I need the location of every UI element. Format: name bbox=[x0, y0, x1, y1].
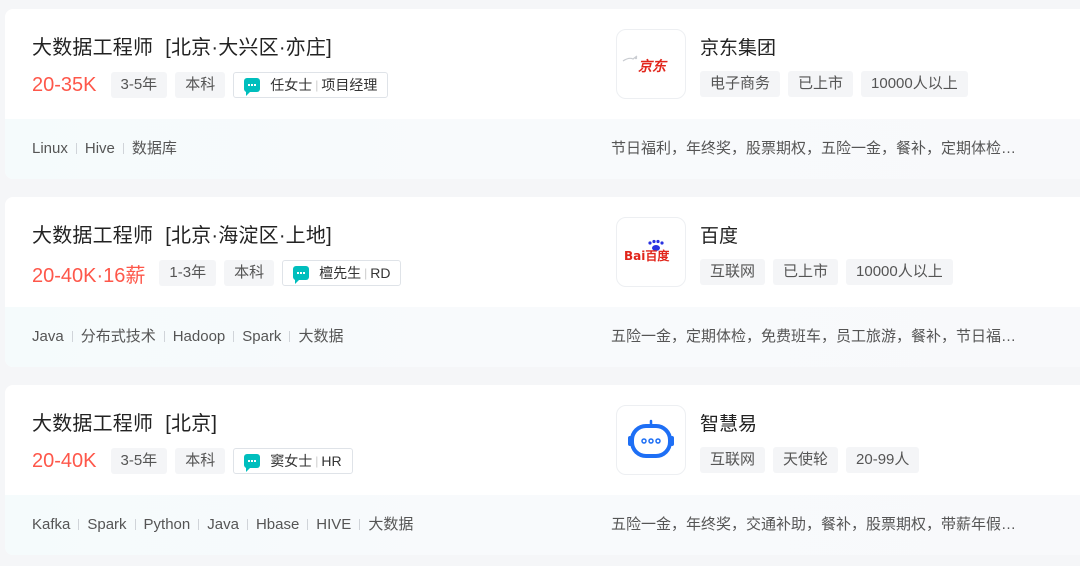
recruiter-role: HR bbox=[321, 453, 342, 469]
job-info-row: 20-40K 3-5年 本科 窦女士 | HR bbox=[32, 447, 353, 475]
robot-logo-icon bbox=[628, 419, 674, 458]
skill-tag: Spark bbox=[70, 516, 126, 533]
recruiter-name: 窦女士 bbox=[270, 453, 313, 469]
job-location: [北京·海淀区·上地] bbox=[165, 225, 332, 247]
job-title[interactable]: 大数据工程师 bbox=[32, 225, 153, 247]
recruiter-name: 任女士 bbox=[270, 77, 313, 93]
company-logo-text: Bai百度 bbox=[624, 248, 670, 263]
skill-tag: 数据库 bbox=[115, 140, 177, 157]
separator: | bbox=[315, 454, 319, 468]
company-size-tag: 20-99人 bbox=[846, 447, 920, 473]
recruiter-chat-button[interactable]: 窦女士 | HR bbox=[233, 448, 353, 474]
skill-tag: 分布式技术 bbox=[64, 328, 156, 345]
experience-tag: 3-5年 bbox=[110, 72, 168, 98]
skill-tag: Java bbox=[32, 328, 64, 345]
company-logo-text: 京东 bbox=[638, 58, 668, 75]
recruiter-name: 檀先生 bbox=[319, 265, 362, 281]
job-footer: Java 分布式技术 Hadoop Spark 大数据 五险一金，定期体检，免费班车，员… bbox=[5, 307, 1080, 367]
skill-tag: Hive bbox=[68, 140, 115, 157]
skill-list: Java 分布式技术 Hadoop Spark 大数据 bbox=[32, 307, 343, 367]
company-name[interactable]: 京东集团 bbox=[700, 33, 776, 60]
welfare-text: 五险一金，年终奖，交通补助，餐补，股票期权，带薪年假… bbox=[611, 516, 1017, 533]
company-stage-tag: 已上市 bbox=[773, 259, 839, 285]
skill-tag: Spark bbox=[225, 328, 281, 345]
salary: 20-35K bbox=[32, 73, 97, 96]
job-title-line[interactable]: 大数据工程师 [北京] bbox=[32, 407, 217, 436]
recruiter-chat-button[interactable]: 任女士 | 项目经理 bbox=[233, 72, 389, 98]
company-name[interactable]: 百度 bbox=[700, 221, 738, 248]
skill-tag: 大数据 bbox=[351, 516, 413, 533]
job-location: [北京] bbox=[165, 413, 218, 435]
job-title[interactable]: 大数据工程师 bbox=[32, 413, 153, 435]
company-size-tag: 10000人以上 bbox=[846, 259, 953, 285]
skill-list: Linux Hive 数据库 bbox=[32, 119, 177, 179]
job-card[interactable]: 大数据工程师 [北京·海淀区·上地] 20-40K·16薪 1-3年 本科 檀先生… bbox=[5, 197, 1080, 367]
salary: 20-40K·16薪 bbox=[32, 264, 146, 287]
skill-tag: Java bbox=[190, 516, 239, 533]
skill-list: Kafka Spark Python Java Hbase HIVE 大数据 bbox=[32, 495, 413, 555]
job-location: [北京·大兴区·亦庄] bbox=[165, 37, 332, 59]
education-tag: 本科 bbox=[175, 448, 226, 474]
chat-bubble-icon bbox=[293, 266, 310, 284]
recruiter-role: RD bbox=[370, 265, 391, 281]
chat-bubble-icon bbox=[244, 454, 261, 472]
chat-bubble-icon bbox=[244, 78, 261, 96]
recruiter-chat-button[interactable]: 檀先生 | RD bbox=[282, 260, 402, 286]
company-industry-tag: 互联网 bbox=[700, 259, 766, 285]
baidu-logo-icon: Bai百度 bbox=[624, 239, 670, 263]
job-title-line[interactable]: 大数据工程师 [北京·大兴区·亦庄] bbox=[32, 31, 332, 60]
job-title[interactable]: 大数据工程师 bbox=[32, 37, 153, 59]
recruiter-role: 项目经理 bbox=[321, 77, 378, 93]
skill-tag: Linux bbox=[32, 140, 68, 157]
company-logo[interactable]: Bai百度 bbox=[616, 217, 686, 287]
company-logo[interactable] bbox=[616, 405, 686, 475]
salary: 20-40K bbox=[32, 449, 97, 472]
separator: | bbox=[364, 266, 368, 280]
skill-tag: Hadoop bbox=[156, 328, 226, 345]
skill-tag: Hbase bbox=[239, 516, 299, 533]
company-stage-tag: 天使轮 bbox=[773, 447, 839, 473]
separator: | bbox=[315, 78, 319, 92]
company-stage-tag: 已上市 bbox=[788, 71, 854, 97]
education-tag: 本科 bbox=[224, 260, 275, 286]
experience-tag: 1-3年 bbox=[159, 260, 217, 286]
company-size-tag: 10000人以上 bbox=[861, 71, 968, 97]
company-logo[interactable]: 京东 bbox=[616, 29, 686, 99]
job-info-row: 20-40K·16薪 1-3年 本科 檀先生 | RD bbox=[32, 259, 402, 287]
job-footer: Kafka Spark Python Java Hbase HIVE 大数据 五险一金，年终… bbox=[5, 495, 1080, 555]
welfare-text: 节日福利，年终奖，股票期权，五险一金，餐补，定期体检… bbox=[611, 140, 1017, 157]
job-card[interactable]: 大数据工程师 [北京] 20-40K 3-5年 本科 窦女士|HR 智慧易 bbox=[5, 385, 1080, 555]
company-tags: 互联网 天使轮 20-99人 bbox=[700, 447, 927, 473]
company-tags: 电子商务 已上市 10000人以上 bbox=[700, 71, 976, 97]
welfare-text: 五险一金，定期体检，免费班车，员工旅游，餐补，节日福… bbox=[611, 328, 1017, 345]
job-title-line[interactable]: 大数据工程师 [北京·海淀区·上地] bbox=[32, 219, 332, 248]
experience-tag: 3-5年 bbox=[110, 448, 168, 474]
skill-tag: 大数据 bbox=[281, 328, 343, 345]
company-industry-tag: 电子商务 bbox=[700, 71, 781, 97]
company-industry-tag: 互联网 bbox=[700, 447, 766, 473]
company-tags: 互联网 已上市 10000人以上 bbox=[700, 259, 961, 285]
job-footer: Linux Hive 数据库 节日福利，年终奖，股票期权，五险一金，餐补，定期体检… bbox=[5, 119, 1080, 179]
jd-logo-icon: 京东 bbox=[622, 55, 668, 75]
job-info-row: 20-35K 3-5年 本科 任女士 | 项目经理 bbox=[32, 71, 389, 99]
education-tag: 本科 bbox=[175, 72, 226, 98]
skill-tag: Kafka bbox=[32, 516, 71, 533]
job-card[interactable]: 大数据工程师 [北京·大兴区·亦庄] 20-35K 3-5年 本科 任女士 | 项目经… bbox=[5, 9, 1080, 179]
skill-tag: Python bbox=[127, 516, 191, 533]
skill-tag: HIVE bbox=[299, 516, 351, 533]
company-name[interactable]: 智慧易 bbox=[700, 409, 757, 436]
